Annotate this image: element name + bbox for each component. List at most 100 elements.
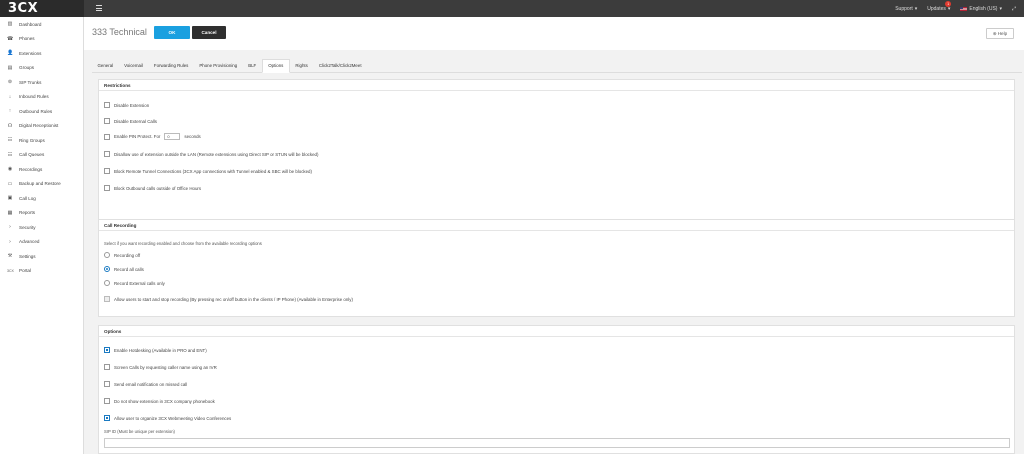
- sidebar-item-label: Outbound Rules: [19, 108, 53, 114]
- disable-extension-checkbox[interactable]: [104, 102, 110, 108]
- pin-protect-checkbox[interactable]: [104, 133, 110, 140]
- disallow-outside-lan-checkbox[interactable]: [104, 151, 110, 157]
- tab-blf[interactable]: BLF: [243, 58, 262, 72]
- language-menu[interactable]: English (US) ▾: [960, 6, 1002, 12]
- block-tunnel-checkbox[interactable]: [104, 168, 110, 174]
- settings-wrench-icon: ⚒: [7, 253, 13, 260]
- sidebar-item-outbound-rules[interactable]: ↑ Outbound Rules: [0, 104, 83, 119]
- sidebar-item-label: Ring Groups: [19, 137, 45, 143]
- tab-phone-provisioning[interactable]: Phone Provisioning: [194, 58, 243, 72]
- pin-protect-seconds-input[interactable]: 0: [164, 133, 181, 140]
- panel-title: Options: [99, 326, 1014, 337]
- sidebar-item-advanced[interactable]: › Advanced: [0, 235, 83, 250]
- block-outbound-label: Block Outbound calls outside of Office H…: [114, 185, 202, 191]
- sidebar-item-digital-receptionist[interactable]: ☊ Digital Receptionist: [0, 119, 83, 134]
- pin-protect-label: Enable PIN Protect. For: [114, 134, 161, 139]
- hide-phonebook-checkbox[interactable]: [104, 398, 110, 404]
- sidebar-item-label: Settings: [19, 253, 36, 259]
- ok-button[interactable]: OK: [154, 26, 190, 39]
- tab-bar: General Voicemail Forwarding Rules Phone Pr…: [92, 59, 1022, 73]
- sidebar-item-extensions[interactable]: 👤 Extensions: [0, 46, 83, 61]
- recording-off-radio[interactable]: [104, 252, 110, 258]
- disable-external-calls-label: Disable External Calls: [114, 118, 157, 124]
- cancel-button[interactable]: Cancel: [192, 26, 226, 39]
- panel-title: Restrictions: [99, 80, 1014, 91]
- sidebar-list: ▥ Dashboard ☎ Phones 👤 Extensions ▤ Groups ⊚ SIP …: [0, 17, 83, 278]
- support-label: Support: [895, 5, 913, 12]
- hotdesking-label: Enable Hotdesking (Available in PRO and …: [114, 347, 207, 353]
- sidebar-item-label: Phones: [19, 36, 35, 42]
- inbound-rules-icon: ↓: [8, 93, 12, 100]
- tab-forwarding-rules[interactable]: Forwarding Rules: [148, 58, 193, 72]
- support-menu[interactable]: Support ▾: [895, 6, 917, 12]
- allow-start-stop-row: Allow users to start and stop recording …: [104, 296, 353, 302]
- disable-external-calls-row: Disable External Calls: [104, 118, 157, 124]
- sidebar-item-sip-trunks[interactable]: ⊚ SIP Trunks: [0, 75, 83, 90]
- updates-count-badge: 1: [945, 0, 952, 7]
- sidebar-item-inbound-rules[interactable]: ↓ Inbound Rules: [0, 90, 83, 105]
- sidebar: ▥ Dashboard ☎ Phones 👤 Extensions ▤ Groups ⊚ SIP …: [0, 17, 84, 454]
- record-all-row: Record all calls: [104, 266, 144, 272]
- advanced-chevron-icon: ›: [9, 238, 11, 245]
- extensions-icon: 👤: [7, 50, 14, 57]
- tab-general[interactable]: General: [92, 58, 119, 72]
- sidebar-item-groups[interactable]: ▤ Groups: [0, 61, 83, 76]
- ring-groups-icon: ☷: [7, 137, 13, 144]
- disable-extension-row: Disable Extension: [104, 102, 149, 108]
- allow-start-stop-checkbox[interactable]: [104, 296, 110, 302]
- main-content: 333 Technical OK Cancel ⊛ Help General Voi…: [84, 17, 1024, 454]
- 3cx-logo[interactable]: 3CX: [0, 0, 84, 17]
- sidebar-item-label: Call Queues: [19, 152, 45, 158]
- sidebar-item-ring-groups[interactable]: ☷ Ring Groups: [0, 133, 83, 148]
- sidebar-item-backup-and-restore[interactable]: ▭ Backup and Restore: [0, 177, 83, 192]
- sidebar-item-security[interactable]: › Security: [0, 220, 83, 235]
- email-missed-checkbox[interactable]: [104, 381, 110, 387]
- sidebar-item-reports[interactable]: ▦ Reports: [0, 206, 83, 221]
- options-panel: Options Enable Hotdesking (Available in …: [98, 325, 1015, 454]
- sidebar-item-call-log[interactable]: ▣ Call Log: [0, 191, 83, 206]
- sip-trunks-icon: ⊚: [7, 79, 13, 86]
- sidebar-item-settings[interactable]: ⚒ Settings: [0, 249, 83, 264]
- sidebar-item-portal[interactable]: 3CX Portal: [0, 264, 83, 279]
- sidebar-item-label: Groups: [19, 65, 35, 71]
- fullscreen-icon[interactable]: ⤢: [1012, 6, 1016, 12]
- tab-rights[interactable]: Rights: [290, 58, 313, 72]
- block-tunnel-label: Block Remote Tunnel Connections (3CX App…: [114, 168, 312, 174]
- disable-external-calls-checkbox[interactable]: [104, 118, 110, 124]
- block-outbound-checkbox[interactable]: [104, 185, 110, 191]
- sidebar-item-label: Reports: [19, 210, 36, 216]
- call-queues-icon: ☷: [7, 151, 13, 158]
- webmeeting-checkbox[interactable]: [104, 415, 110, 421]
- page-title: 333 Technical: [92, 27, 147, 37]
- sidebar-item-recordings[interactable]: ◉ Recordings: [0, 162, 83, 177]
- help-button[interactable]: ⊛ Help: [986, 28, 1014, 39]
- sidebar-item-label: Advanced: [19, 239, 40, 245]
- sidebar-item-label: Extensions: [19, 50, 42, 56]
- email-missed-row: Send email notification on missed call: [104, 381, 187, 387]
- sidebar-item-dashboard[interactable]: ▥ Dashboard: [0, 17, 83, 32]
- sidebar-item-label: Security: [19, 224, 36, 230]
- record-all-radio[interactable]: [104, 266, 110, 272]
- dashboard-icon: ▥: [7, 21, 13, 28]
- portal-3cx-icon: 3CX: [7, 268, 14, 273]
- hamburger-menu-icon[interactable]: [96, 5, 102, 11]
- record-external-radio[interactable]: [104, 280, 110, 286]
- tab-voicemail[interactable]: Voicemail: [119, 58, 149, 72]
- recordings-icon: ◉: [7, 166, 13, 173]
- screen-calls-checkbox[interactable]: [104, 364, 110, 370]
- sidebar-item-label: Portal: [19, 268, 32, 274]
- tab-options[interactable]: Options: [261, 59, 290, 73]
- panel-title: Call Recording: [99, 220, 1014, 231]
- sidebar-item-phones[interactable]: ☎ Phones: [0, 32, 83, 47]
- webmeeting-row: Allow user to organize 3CX Webmeeting Vi…: [104, 415, 231, 421]
- updates-menu[interactable]: Updates 1 ▾: [927, 0, 952, 12]
- email-missed-label: Send email notification on missed call: [114, 381, 188, 387]
- sidebar-item-label: Recordings: [19, 166, 43, 172]
- language-label: English (US): [969, 5, 998, 12]
- hotdesking-checkbox[interactable]: [104, 347, 110, 353]
- sidebar-item-call-queues[interactable]: ☷ Call Queues: [0, 148, 83, 163]
- sip-id-input[interactable]: [104, 438, 1010, 448]
- screen-calls-label: Screen Calls by requesting caller name u…: [114, 364, 217, 370]
- record-external-row: Record External calls only: [104, 280, 165, 286]
- tab-click2talk-click2meet[interactable]: Click2Talk/Click2Meet: [313, 58, 367, 72]
